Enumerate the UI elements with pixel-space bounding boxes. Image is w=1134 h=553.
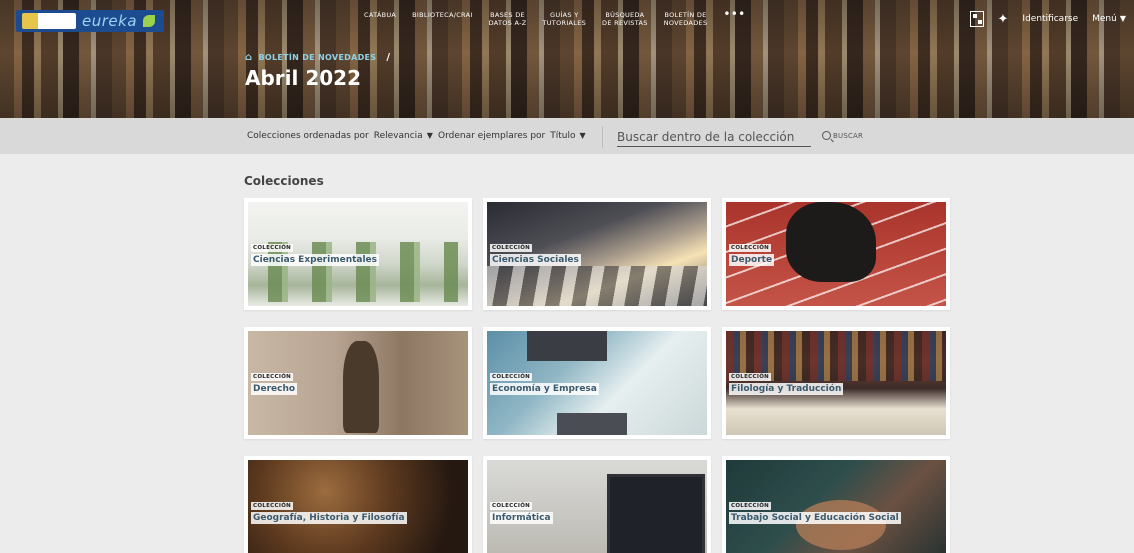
card-label: COLECCIÓN Filología y Traducción [729, 363, 844, 395]
collection-card-filologia-traduccion[interactable]: COLECCIÓN Filología y Traducción [722, 327, 950, 439]
nav-catalogo[interactable]: CATÁBUA [364, 11, 396, 19]
card-label: COLECCIÓN Derecho [251, 363, 298, 395]
collection-card-deporte[interactable]: COLECCIÓN Deporte [722, 198, 950, 310]
nav-biblioteca-crai[interactable]: BIBLIOTECA/CRAI [412, 11, 472, 19]
nav-boletin-novedades[interactable]: BOLETÍN DE NOVEDADES [664, 11, 708, 27]
collection-name: Trabajo Social y Educación Social [729, 512, 901, 524]
caret-down-icon: ▼ [1119, 14, 1126, 23]
breadcrumb: ⌂ BOLETÍN DE NOVEDADES / [245, 52, 390, 63]
collections-sort-dropdown[interactable]: Relevancia ▼ [374, 131, 433, 141]
collection-card-ciencias-experimentales[interactable]: COLECCIÓN Ciencias Experimentales [244, 198, 472, 310]
collections-grid: COLECCIÓN Ciencias Experimentales COLECC… [244, 198, 954, 553]
search-button-label: BUSCAR [833, 131, 864, 140]
items-sort-dropdown[interactable]: Título ▼ [550, 131, 585, 141]
collection-name: Deporte [729, 254, 775, 266]
search-button[interactable]: BUSCAR [822, 131, 863, 140]
collection-name: Filología y Traducción [729, 383, 844, 395]
card-label: COLECCIÓN Geografía, Historia y Filosofí… [251, 492, 407, 524]
collection-kicker: COLECCIÓN [729, 373, 772, 381]
collection-name: Ciencias Experimentales [251, 254, 380, 266]
card-label: COLECCIÓN Deporte [729, 234, 775, 266]
collection-card-ciencias-sociales[interactable]: COLECCIÓN Ciencias Sociales [483, 198, 711, 310]
site-logo[interactable]: eureka [16, 10, 164, 32]
collection-kicker: COLECCIÓN [490, 502, 533, 510]
eureka-logo-text: eureka [82, 12, 138, 30]
collection-kicker: COLECCIÓN [251, 244, 294, 252]
collection-name: Ciencias Sociales [490, 254, 581, 266]
caret-down-icon: ▼ [426, 131, 433, 140]
menu-label: Menú [1092, 14, 1117, 24]
collection-search-input[interactable] [617, 127, 811, 147]
collection-card-trabajo-social[interactable]: COLECCIÓN Trabajo Social y Educación Soc… [722, 456, 950, 553]
page-title: Abril 2022 [245, 66, 361, 90]
collection-kicker: COLECCIÓN [490, 244, 533, 252]
collection-name: Economía y Empresa [490, 383, 599, 395]
collection-name: Geografía, Historia y Filosofía [251, 512, 407, 524]
leaf-icon [143, 15, 156, 27]
collection-card-economia-empresa[interactable]: COLECCIÓN Economía y Empresa [483, 327, 711, 439]
breadcrumb-parent-link[interactable]: BOLETÍN DE NOVEDADES [258, 53, 376, 62]
card-label: COLECCIÓN Trabajo Social y Educación Soc… [729, 492, 901, 524]
top-right-actions: ✦ Identificarse Menú ▼ [969, 11, 1126, 27]
collection-kicker: COLECCIÓN [251, 502, 294, 510]
card-label: COLECCIÓN Informática [490, 492, 553, 524]
main-nav: CATÁBUA BIBLIOTECA/CRAI BASES DE DATOS A… [364, 8, 746, 27]
collection-kicker: COLECCIÓN [490, 373, 533, 381]
collections-sort-value: Relevancia [373, 131, 423, 141]
nav-guias-tutoriales[interactable]: GUÍAS Y TUTORIALES [542, 11, 586, 27]
card-label: COLECCIÓN Economía y Empresa [490, 363, 599, 395]
upo-logo [22, 13, 76, 29]
collection-kicker: COLECCIÓN [251, 373, 294, 381]
collection-name: Derecho [251, 383, 298, 395]
search-icon [822, 131, 831, 140]
collection-kicker: COLECCIÓN [729, 502, 772, 510]
collections-heading: Colecciones [244, 174, 324, 188]
collection-card-derecho[interactable]: COLECCIÓN Derecho [244, 327, 472, 439]
collections-sort-label: Colecciones ordenadas por [247, 131, 369, 141]
menu-button[interactable]: Menú ▼ [1092, 14, 1126, 24]
filter-bar: Colecciones ordenadas por Relevancia ▼ Or… [0, 118, 1134, 154]
top-navigation-bar: eureka CATÁBUA BIBLIOTECA/CRAI BASES DE … [0, 0, 1134, 40]
card-label: COLECCIÓN Ciencias Sociales [490, 234, 581, 266]
items-sort: Ordenar ejemplares por Título ▼ [438, 131, 586, 141]
breadcrumb-separator: / [386, 52, 391, 63]
qr-code-icon[interactable] [969, 11, 984, 27]
collections-sort: Colecciones ordenadas por Relevancia ▼ [247, 131, 433, 141]
pin-icon[interactable]: ✦ [998, 13, 1009, 26]
card-label: COLECCIÓN Ciencias Experimentales [251, 234, 380, 266]
home-icon[interactable]: ⌂ [245, 52, 252, 63]
hero-banner: eureka CATÁBUA BIBLIOTECA/CRAI BASES DE … [0, 0, 1134, 118]
items-sort-value: Título [550, 131, 576, 141]
nav-bases-de-datos[interactable]: BASES DE DATOS A-Z [489, 11, 527, 27]
collection-card-geografia-historia-filosofia[interactable]: COLECCIÓN Geografía, Historia y Filosofí… [244, 456, 472, 553]
items-sort-label: Ordenar ejemplares por [438, 131, 546, 141]
nav-more-icon[interactable]: ••• [723, 8, 745, 20]
caret-down-icon: ▼ [579, 131, 586, 140]
divider [602, 126, 603, 148]
collection-card-informatica[interactable]: COLECCIÓN Informática [483, 456, 711, 553]
login-link[interactable]: Identificarse [1022, 14, 1078, 24]
nav-busqueda-revistas[interactable]: BÚSQUEDA DE REVISTAS [602, 11, 648, 27]
collection-kicker: COLECCIÓN [729, 244, 772, 252]
collection-name: Informática [490, 512, 553, 524]
